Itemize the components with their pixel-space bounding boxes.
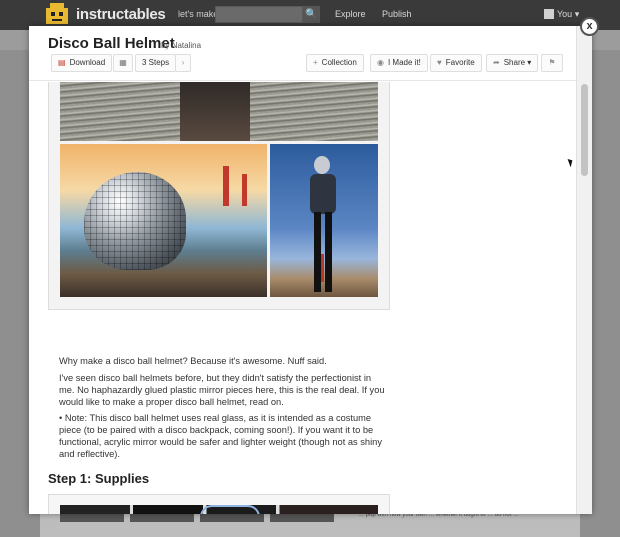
share-icon: ➦ bbox=[493, 58, 500, 67]
photo-woman-wearing-helmet[interactable] bbox=[270, 144, 378, 297]
intro-paragraph: I've seen disco ball helmets before, but… bbox=[59, 373, 385, 407]
instructable-modal: Why make a disco ball helmet? Because it… bbox=[29, 26, 592, 514]
brand-name[interactable]: instructables bbox=[76, 6, 166, 23]
author-link[interactable]: Natalina bbox=[172, 41, 201, 50]
steps-dropdown[interactable]: 3 Steps bbox=[135, 54, 177, 72]
lets-make-label: let's make bbox=[178, 9, 219, 19]
intro-paragraph: Why make a disco ball helmet? Because it… bbox=[59, 356, 327, 366]
flag-icon[interactable]: ⚑ bbox=[541, 54, 563, 72]
scrollbar-thumb[interactable] bbox=[581, 84, 588, 176]
download-button[interactable]: ▤ Download bbox=[51, 54, 113, 72]
user-menu[interactable]: You ▾ bbox=[557, 9, 579, 20]
search-icon[interactable]: 🔍 bbox=[303, 6, 320, 23]
plus-icon: + bbox=[313, 58, 318, 67]
i-made-it-button[interactable]: ◉ I Made it! bbox=[370, 54, 428, 72]
modal-scrollbar[interactable] bbox=[576, 26, 592, 514]
photo-disco-helmet[interactable] bbox=[60, 144, 267, 297]
disco-helmet-image bbox=[84, 172, 186, 270]
nav-publish[interactable]: Publish bbox=[382, 9, 412, 19]
photo-jacket-closeup[interactable] bbox=[60, 82, 378, 141]
share-button[interactable]: ➦ Share ▾ bbox=[486, 54, 539, 72]
site-search-input[interactable] bbox=[215, 6, 303, 23]
modal-content[interactable]: Why make a disco ball helmet? Because it… bbox=[29, 82, 576, 514]
close-icon[interactable]: x bbox=[580, 17, 599, 36]
grid-view-button[interactable]: ▦ bbox=[113, 54, 133, 72]
note-paragraph: • Note: This disco ball helmet uses real… bbox=[59, 413, 382, 459]
page-title: Disco Ball Helmet bbox=[48, 35, 175, 52]
pdf-icon: ▤ bbox=[58, 58, 66, 67]
favorite-button[interactable]: ♥ Favorite bbox=[430, 54, 482, 72]
robot-logo-icon[interactable] bbox=[40, 2, 74, 28]
camera-icon: ◉ bbox=[377, 58, 384, 67]
byline: by Natalina bbox=[161, 41, 202, 50]
step-1-photos[interactable] bbox=[60, 505, 378, 514]
nav-explore[interactable]: Explore bbox=[335, 9, 366, 19]
next-step-button[interactable]: › bbox=[175, 54, 191, 72]
step-1-heading[interactable]: Step 1: Supplies bbox=[48, 471, 149, 486]
heart-icon: ♥ bbox=[437, 58, 442, 67]
user-avatar[interactable] bbox=[544, 9, 554, 19]
modal-header: Disco Ball Helmet by Natalina ▤ Download … bbox=[29, 26, 576, 81]
grid-icon: ▦ bbox=[119, 58, 127, 67]
collection-button[interactable]: + Collection bbox=[306, 54, 364, 72]
